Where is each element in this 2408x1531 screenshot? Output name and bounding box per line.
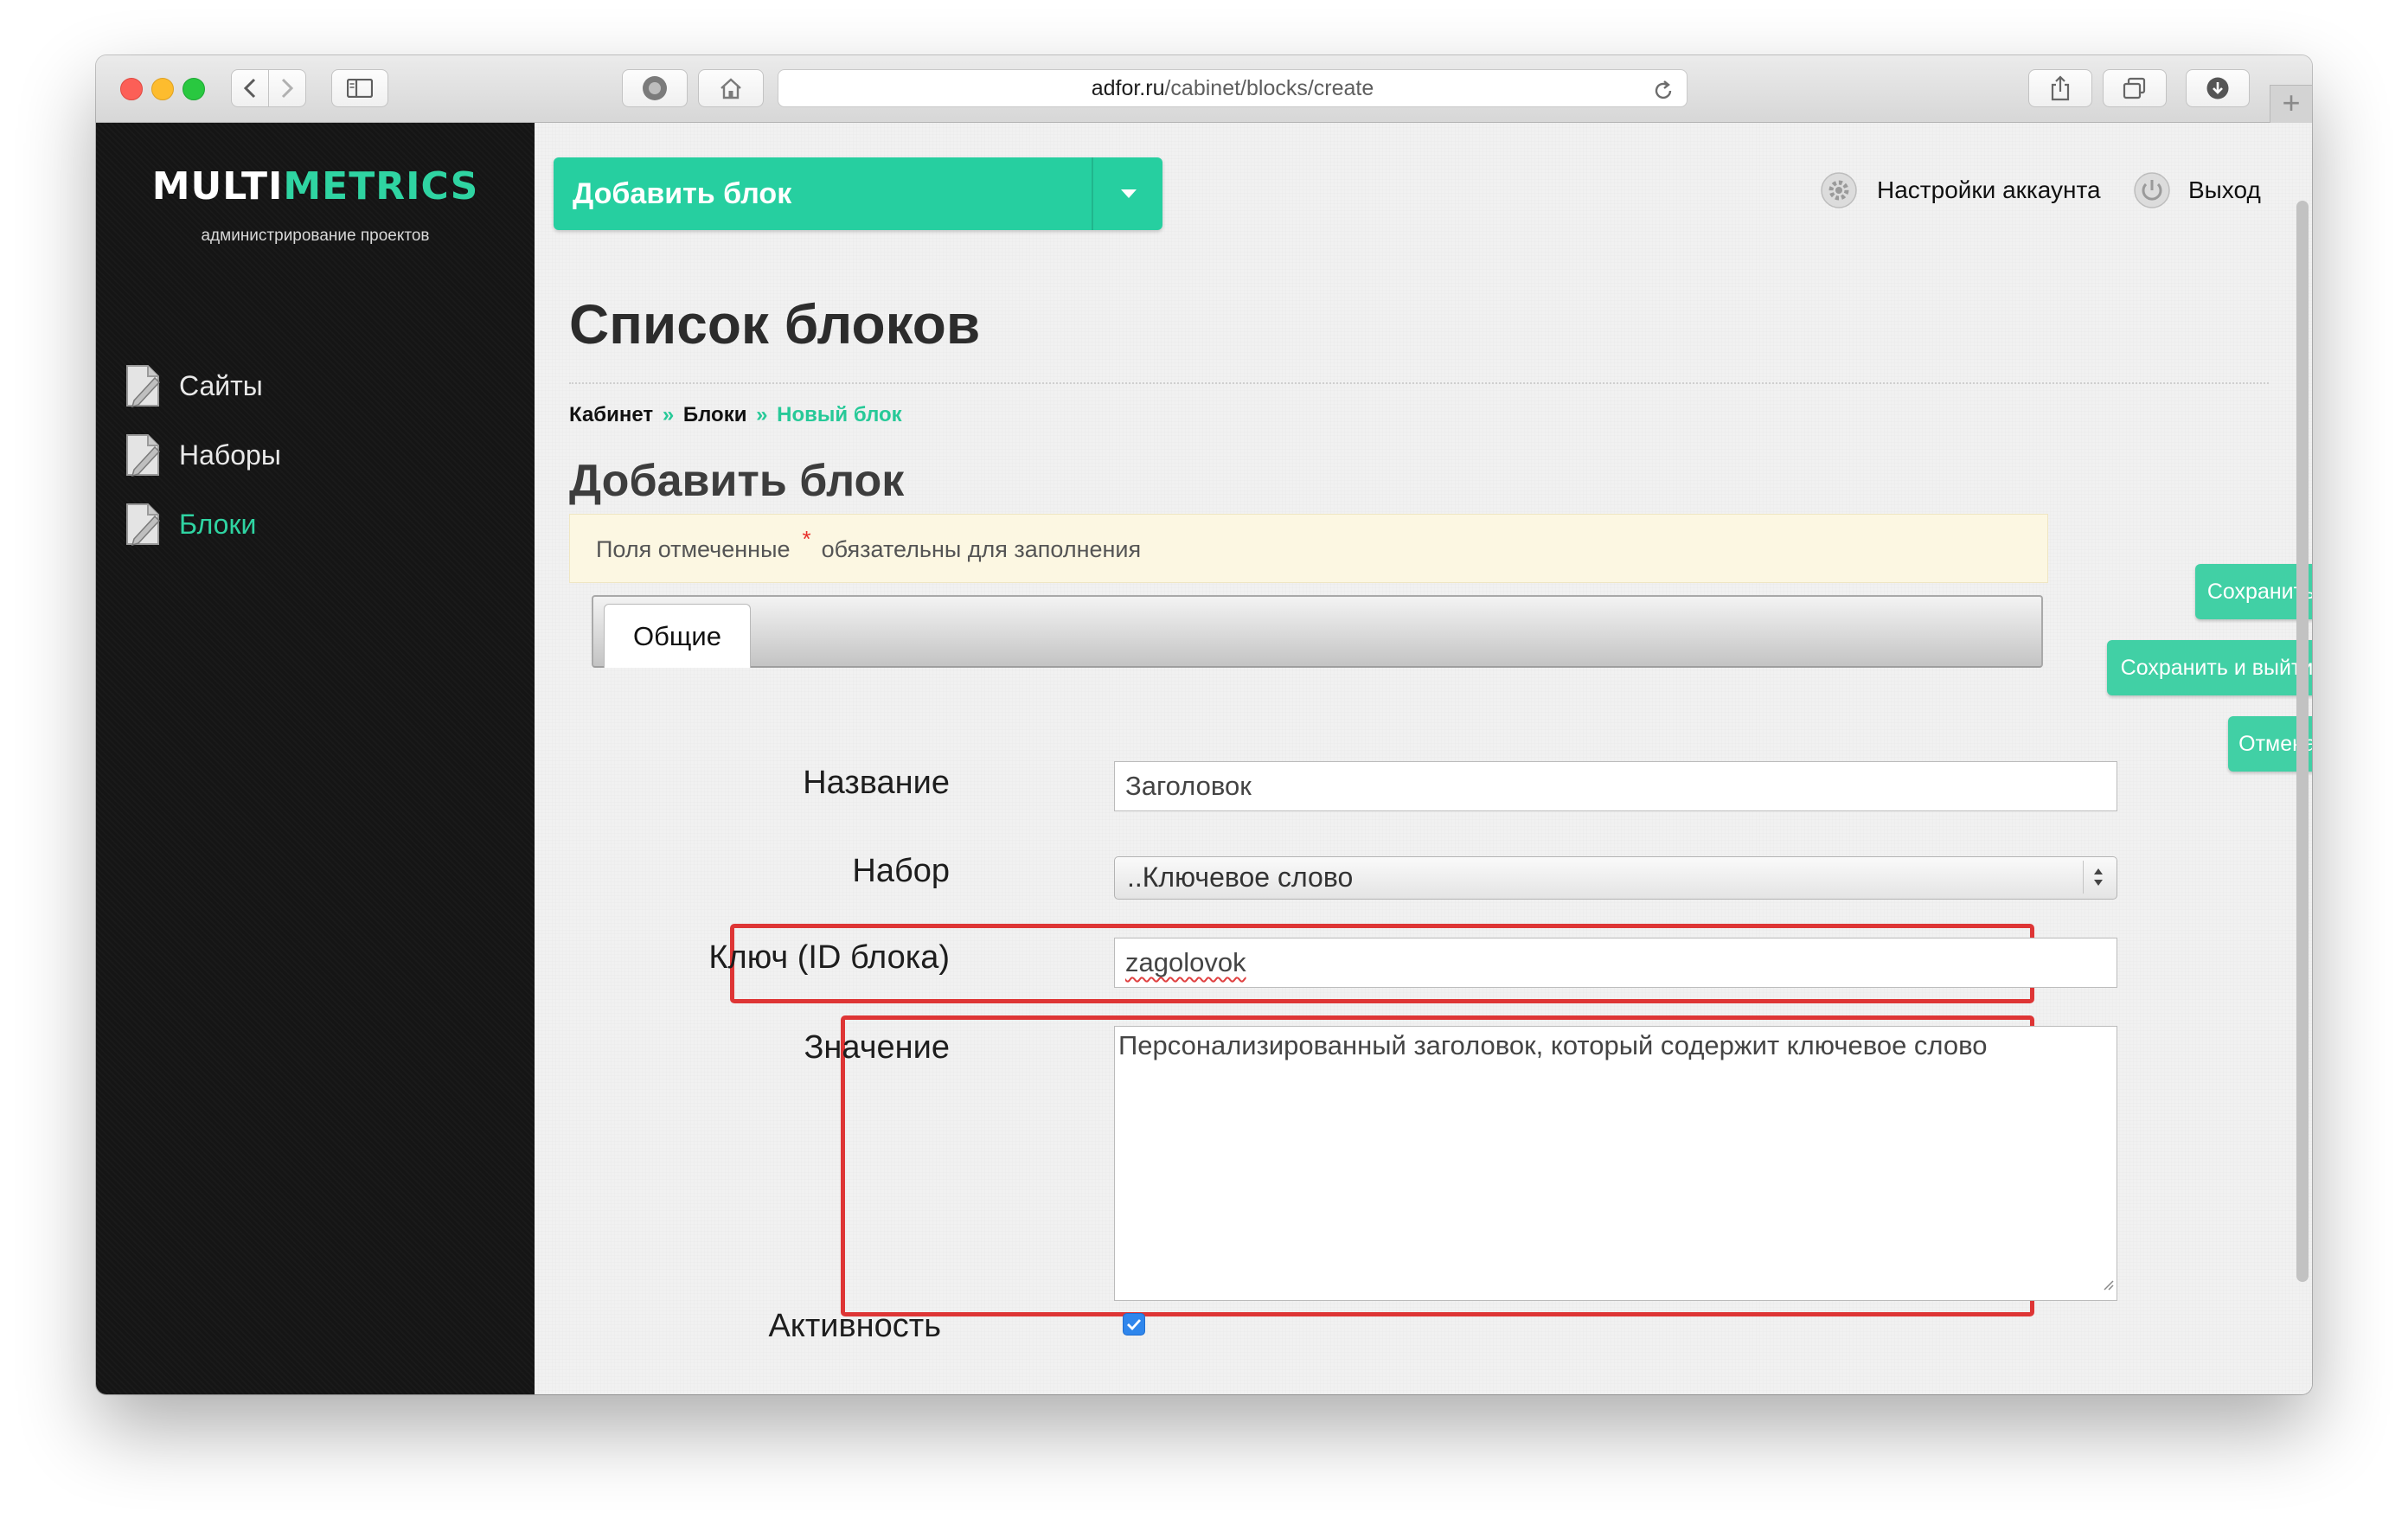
set-select-value: ..Ключевое слово (1127, 862, 1354, 893)
home-button[interactable] (698, 69, 764, 107)
logo: MULTIMETRICS (96, 164, 535, 208)
value-textarea[interactable]: Персонализированный заголовок, который с… (1114, 1026, 2117, 1301)
breadcrumb-separator: » (756, 403, 768, 426)
account-settings-link[interactable]: Настройки аккаунта (1820, 171, 2101, 209)
gear-icon (1821, 172, 1857, 208)
chevron-left-icon (243, 78, 256, 99)
logo-multi: MULTI (151, 164, 284, 208)
save-and-exit-button[interactable]: Сохранить и выйти (2107, 640, 2312, 695)
sidebar-item-label: Блоки (179, 508, 257, 540)
main-content: Добавить блок Настройки аккаунта Выход С… (535, 123, 2312, 1394)
minimize-window-button[interactable] (151, 78, 174, 100)
checkmark-icon (1127, 1319, 1142, 1331)
active-checkbox[interactable] (1123, 1313, 1145, 1336)
download-icon (2206, 77, 2229, 99)
required-fields-notice: Поля отмеченные * обязательны для заполнен… (569, 514, 2048, 583)
value-textarea-text: Персонализированный заголовок, который с… (1118, 1030, 1988, 1060)
sidebar-item-label: Наборы (179, 439, 281, 471)
scrollbar-thumb[interactable] (2296, 201, 2309, 1282)
notice-text-after: обязательны для заполнения (821, 536, 1142, 562)
logout-link[interactable]: Выход (2133, 171, 2261, 209)
address-bar[interactable]: adfor.ru/cabinet/blocks/create (778, 69, 1688, 107)
zoom-window-button[interactable] (183, 78, 205, 100)
extension-button[interactable] (622, 69, 688, 107)
breadcrumb: Кабинет » Блоки » Новый блок (569, 403, 902, 427)
add-block-dropdown[interactable]: Добавить блок (554, 157, 1162, 230)
sidebar-item-label: Сайты (179, 369, 263, 401)
tab-bar: Общие (592, 595, 2043, 668)
key-label: Ключ (ID блока) (708, 939, 950, 976)
sidebar-item-blocks[interactable]: Блоки (118, 500, 482, 548)
set-label: Набор (852, 853, 950, 889)
section-title: Добавить блок (569, 456, 905, 506)
dropdown-divider (1092, 157, 1093, 230)
breadcrumb-blocks[interactable]: Блоки (683, 403, 747, 426)
resize-grip-icon[interactable] (2102, 1266, 2114, 1297)
ghostery-icon (643, 76, 667, 100)
chevron-right-icon (281, 78, 294, 99)
downloads-button[interactable] (2186, 69, 2250, 107)
sidebar-item-sets[interactable]: Наборы (118, 431, 482, 479)
power-icon (2134, 172, 2170, 208)
page-title: Список блоков (569, 293, 981, 356)
active-label: Активность (768, 1308, 941, 1344)
tab-general[interactable]: Общие (604, 604, 751, 668)
new-tab-button[interactable]: + (2270, 85, 2312, 124)
browser-toolbar: adfor.ru/cabinet/blocks/create + (96, 55, 2312, 124)
reload-icon (1655, 80, 1672, 99)
share-button[interactable] (2028, 69, 2092, 107)
close-window-button[interactable] (120, 78, 143, 100)
breadcrumb-current: Новый блок (777, 403, 902, 426)
add-block-label: Добавить блок (573, 177, 792, 210)
sidebar-item-sites[interactable]: Сайты (118, 362, 482, 410)
share-icon (2051, 75, 2070, 101)
scrollbar[interactable] (2295, 201, 2310, 1282)
forward-button[interactable] (268, 69, 306, 107)
notice-text-before: Поля отмеченные (596, 536, 791, 562)
logo-metrics: METRICS (283, 164, 479, 208)
url-host: adfor.ru (1091, 76, 1165, 100)
sidebar-toggle-button[interactable] (331, 69, 388, 107)
home-icon (720, 78, 741, 99)
browser-window: adfor.ru/cabinet/blocks/create + MULTIME… (96, 55, 2312, 1394)
breadcrumb-separator: » (662, 403, 675, 426)
key-input[interactable]: zagolovok (1114, 938, 2117, 988)
reload-button[interactable] (1652, 77, 1675, 113)
chevron-down-icon[interactable] (1119, 188, 1138, 204)
document-icon (118, 500, 167, 548)
document-icon (118, 362, 167, 410)
sidebar: MULTIMETRICS администрирование проектов … (96, 123, 535, 1394)
value-label: Значение (804, 1029, 950, 1066)
tabs-icon (2123, 77, 2146, 99)
divider (569, 382, 2269, 384)
name-input[interactable]: Заголовок (1114, 761, 2117, 811)
name-label: Название (803, 765, 950, 801)
logout-label: Выход (2188, 176, 2261, 203)
set-select[interactable]: ..Ключевое слово (1114, 856, 2117, 900)
url-path: /cabinet/blocks/create (1164, 76, 1374, 100)
select-arrows-icon (2083, 861, 2113, 894)
key-input-value: zagolovok (1125, 947, 1246, 977)
sidebar-icon (347, 79, 373, 98)
required-star: * (802, 526, 811, 552)
breadcrumb-cabinet[interactable]: Кабинет (569, 403, 653, 426)
back-button[interactable] (231, 69, 269, 107)
tabs-overview-button[interactable] (2103, 69, 2167, 107)
document-icon (118, 431, 167, 479)
account-settings-label: Настройки аккаунта (1877, 176, 2101, 203)
logo-subtitle: администрирование проектов (201, 227, 430, 245)
